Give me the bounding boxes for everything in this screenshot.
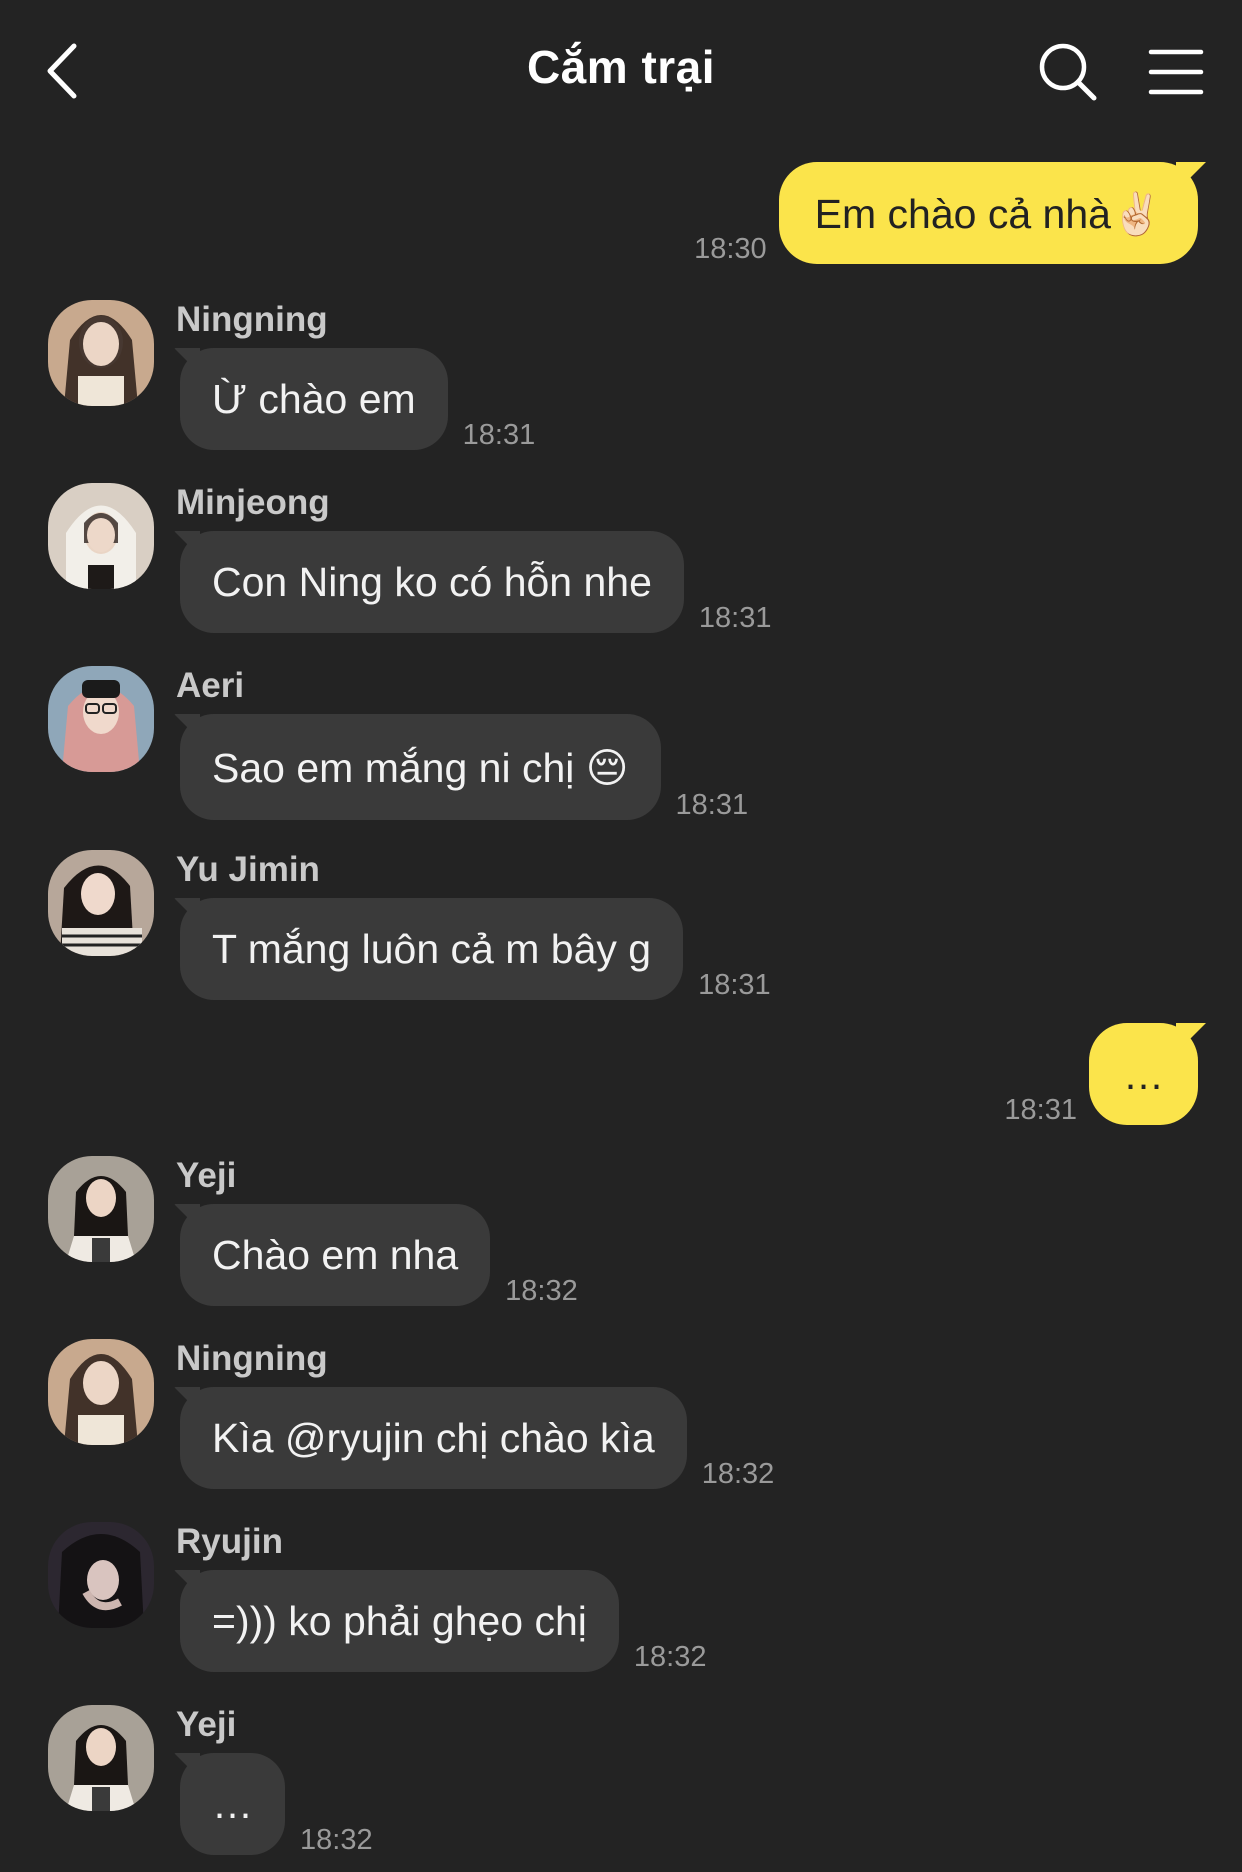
message-time: 18:31	[462, 419, 536, 451]
message-bubble[interactable]: T mắng luôn cả m bây g	[180, 898, 684, 1000]
message-time: 18:31	[1004, 1094, 1077, 1126]
message-time: 18:31	[698, 602, 772, 634]
sender-name: Ryujin	[176, 1522, 283, 1561]
message-time: 18:32	[633, 1641, 707, 1673]
message-bubble[interactable]: Chào em nha	[180, 1204, 491, 1306]
sender-name: Ningning	[176, 1339, 328, 1378]
message-list: 18:30 Em chào cả nhà✌🏻 Ningning Ừ chào e…	[0, 0, 1242, 1872]
sender-name: Minjeong	[176, 483, 330, 522]
avatar[interactable]	[48, 1705, 154, 1811]
avatar[interactable]	[48, 1339, 154, 1445]
avatar[interactable]	[48, 1522, 154, 1628]
message-time: 18:32	[701, 1458, 775, 1490]
message-time: 18:32	[300, 1824, 373, 1856]
message-time: 18:31	[698, 969, 771, 1001]
message-bubble[interactable]: …	[1089, 1023, 1198, 1125]
avatar[interactable]	[48, 1156, 154, 1262]
avatar[interactable]	[48, 850, 154, 956]
avatar[interactable]	[48, 666, 154, 772]
sender-name: Aeri	[176, 666, 245, 705]
avatar[interactable]	[48, 483, 154, 589]
message-time: 18:32	[505, 1275, 578, 1307]
sender-name: Yeji	[176, 1156, 237, 1195]
message-bubble[interactable]: =))) ko phải ghẹo chị	[180, 1570, 619, 1672]
sender-name: Ningning	[176, 300, 328, 339]
sender-name: Yu Jimin	[176, 850, 320, 889]
message-time: 18:30	[694, 233, 767, 265]
message-bubble[interactable]: Sao em mắng ni chị 😔	[180, 714, 661, 820]
message-bubble[interactable]: Em chào cả nhà✌🏻	[778, 162, 1198, 264]
sender-name: Yeji	[176, 1705, 237, 1744]
message-bubble[interactable]: …	[180, 1753, 285, 1855]
message-bubble[interactable]: Ừ chào em	[180, 348, 448, 450]
avatar[interactable]	[48, 300, 154, 406]
message-outgoing: 18:31 …	[1004, 1023, 1198, 1125]
message-outgoing: 18:30 Em chào cả nhà✌🏻	[694, 162, 1198, 264]
message-bubble[interactable]: Kìa @ryujin chị chào kìa	[180, 1387, 687, 1489]
message-bubble[interactable]: Con Ning ko có hỗn nhe	[180, 531, 684, 633]
message-time: 18:31	[675, 789, 749, 821]
